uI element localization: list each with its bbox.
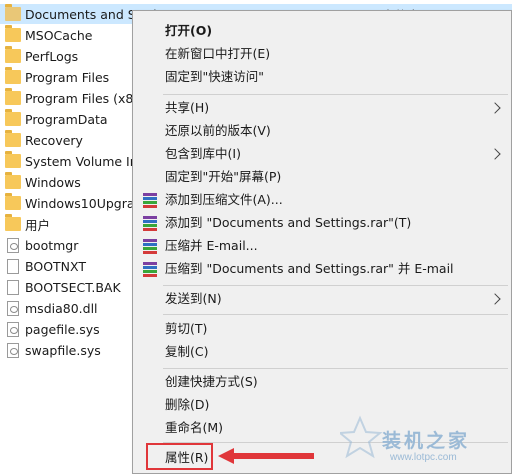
menu-separator — [163, 285, 508, 286]
folder-icon — [5, 88, 21, 105]
file-icon — [7, 258, 19, 274]
menu-item-open[interactable]: 打开(O) — [165, 20, 212, 42]
menu-item-open-new-window[interactable]: 在新窗口中打开(E) — [165, 43, 270, 65]
menu-item-rename[interactable]: 重命名(M) — [165, 417, 223, 439]
file-name: pagefile.sys — [25, 321, 100, 337]
folder-icon — [5, 109, 21, 126]
system-file-icon — [7, 321, 19, 337]
menu-item-pin-start[interactable]: 固定到"开始"屏幕(P) — [165, 166, 281, 188]
folder-icon — [5, 46, 21, 63]
menu-item-create-shortcut[interactable]: 创建快捷方式(S) — [165, 371, 258, 393]
menu-item-add-rar[interactable]: 添加到 "Documents and Settings.rar"(T) — [165, 212, 411, 234]
file-name: swapfile.sys — [25, 342, 101, 358]
folder-icon — [5, 130, 21, 147]
menu-item-pin-quick-access[interactable]: 固定到"快速访问" — [165, 66, 264, 88]
file-name: PerfLogs — [25, 48, 79, 64]
file-name: MSOCache — [25, 27, 93, 43]
file-icon — [7, 279, 19, 295]
watermark-text: 装机之家 — [382, 430, 471, 452]
file-name: bootmgr — [25, 237, 79, 253]
file-name: BOOTNXT — [25, 258, 86, 274]
folder-icon — [5, 151, 21, 168]
menu-item-share[interactable]: 共享(H) — [165, 97, 209, 119]
system-file-icon — [7, 342, 19, 358]
highlight-box — [146, 443, 213, 470]
chevron-right-icon — [489, 102, 501, 114]
folder-icon — [5, 67, 21, 84]
file-name: System Volume Inf — [25, 153, 143, 169]
folder-icon — [5, 172, 21, 189]
chevron-right-icon — [489, 148, 501, 160]
watermark-url: www.lotpc.com — [390, 452, 457, 463]
file-name: Program Files (x86 — [25, 90, 142, 106]
menu-item-delete[interactable]: 删除(D) — [165, 394, 209, 416]
winrar-icon — [143, 239, 157, 254]
menu-item-add-archive[interactable]: 添加到压缩文件(A)... — [165, 189, 283, 211]
menu-item-copy[interactable]: 复制(C) — [165, 341, 208, 363]
menu-item-restore-versions[interactable]: 还原以前的版本(V) — [165, 120, 271, 142]
system-file-icon — [7, 300, 19, 316]
file-name: Windows10Upgrad — [25, 195, 143, 211]
red-arrow-icon — [218, 448, 314, 464]
winrar-icon — [143, 193, 157, 208]
file-name: 用户 — [25, 217, 51, 233]
chevron-right-icon — [489, 293, 501, 305]
folder-icon — [5, 214, 21, 231]
file-name: Windows — [25, 174, 81, 190]
menu-item-compress-rar-email[interactable]: 压缩到 "Documents and Settings.rar" 并 E-mai… — [165, 258, 454, 280]
file-name: Program Files — [25, 69, 110, 85]
file-name: BOOTSECT.BAK — [25, 279, 121, 295]
folder-icon — [5, 193, 21, 210]
file-name: Recovery — [25, 132, 83, 148]
file-name: msdia80.dll — [25, 300, 98, 316]
folder-icon — [5, 25, 21, 42]
context-menu: 打开(O) 在新窗口中打开(E) 固定到"快速访问" 共享(H) 还原以前的版本… — [132, 10, 512, 474]
system-file-icon — [7, 237, 19, 253]
folder-shortcut-icon — [5, 4, 21, 21]
menu-item-send-to[interactable]: 发送到(N) — [165, 288, 222, 310]
winrar-icon — [143, 216, 157, 231]
menu-item-cut[interactable]: 剪切(T) — [165, 318, 207, 340]
menu-item-include-library[interactable]: 包含到库中(I) — [165, 143, 241, 165]
file-name: ProgramData — [25, 111, 108, 127]
menu-separator — [163, 314, 508, 315]
menu-separator — [163, 368, 508, 369]
winrar-icon — [143, 262, 157, 277]
menu-separator — [163, 94, 508, 95]
menu-item-compress-email[interactable]: 压缩并 E-mail... — [165, 235, 258, 257]
